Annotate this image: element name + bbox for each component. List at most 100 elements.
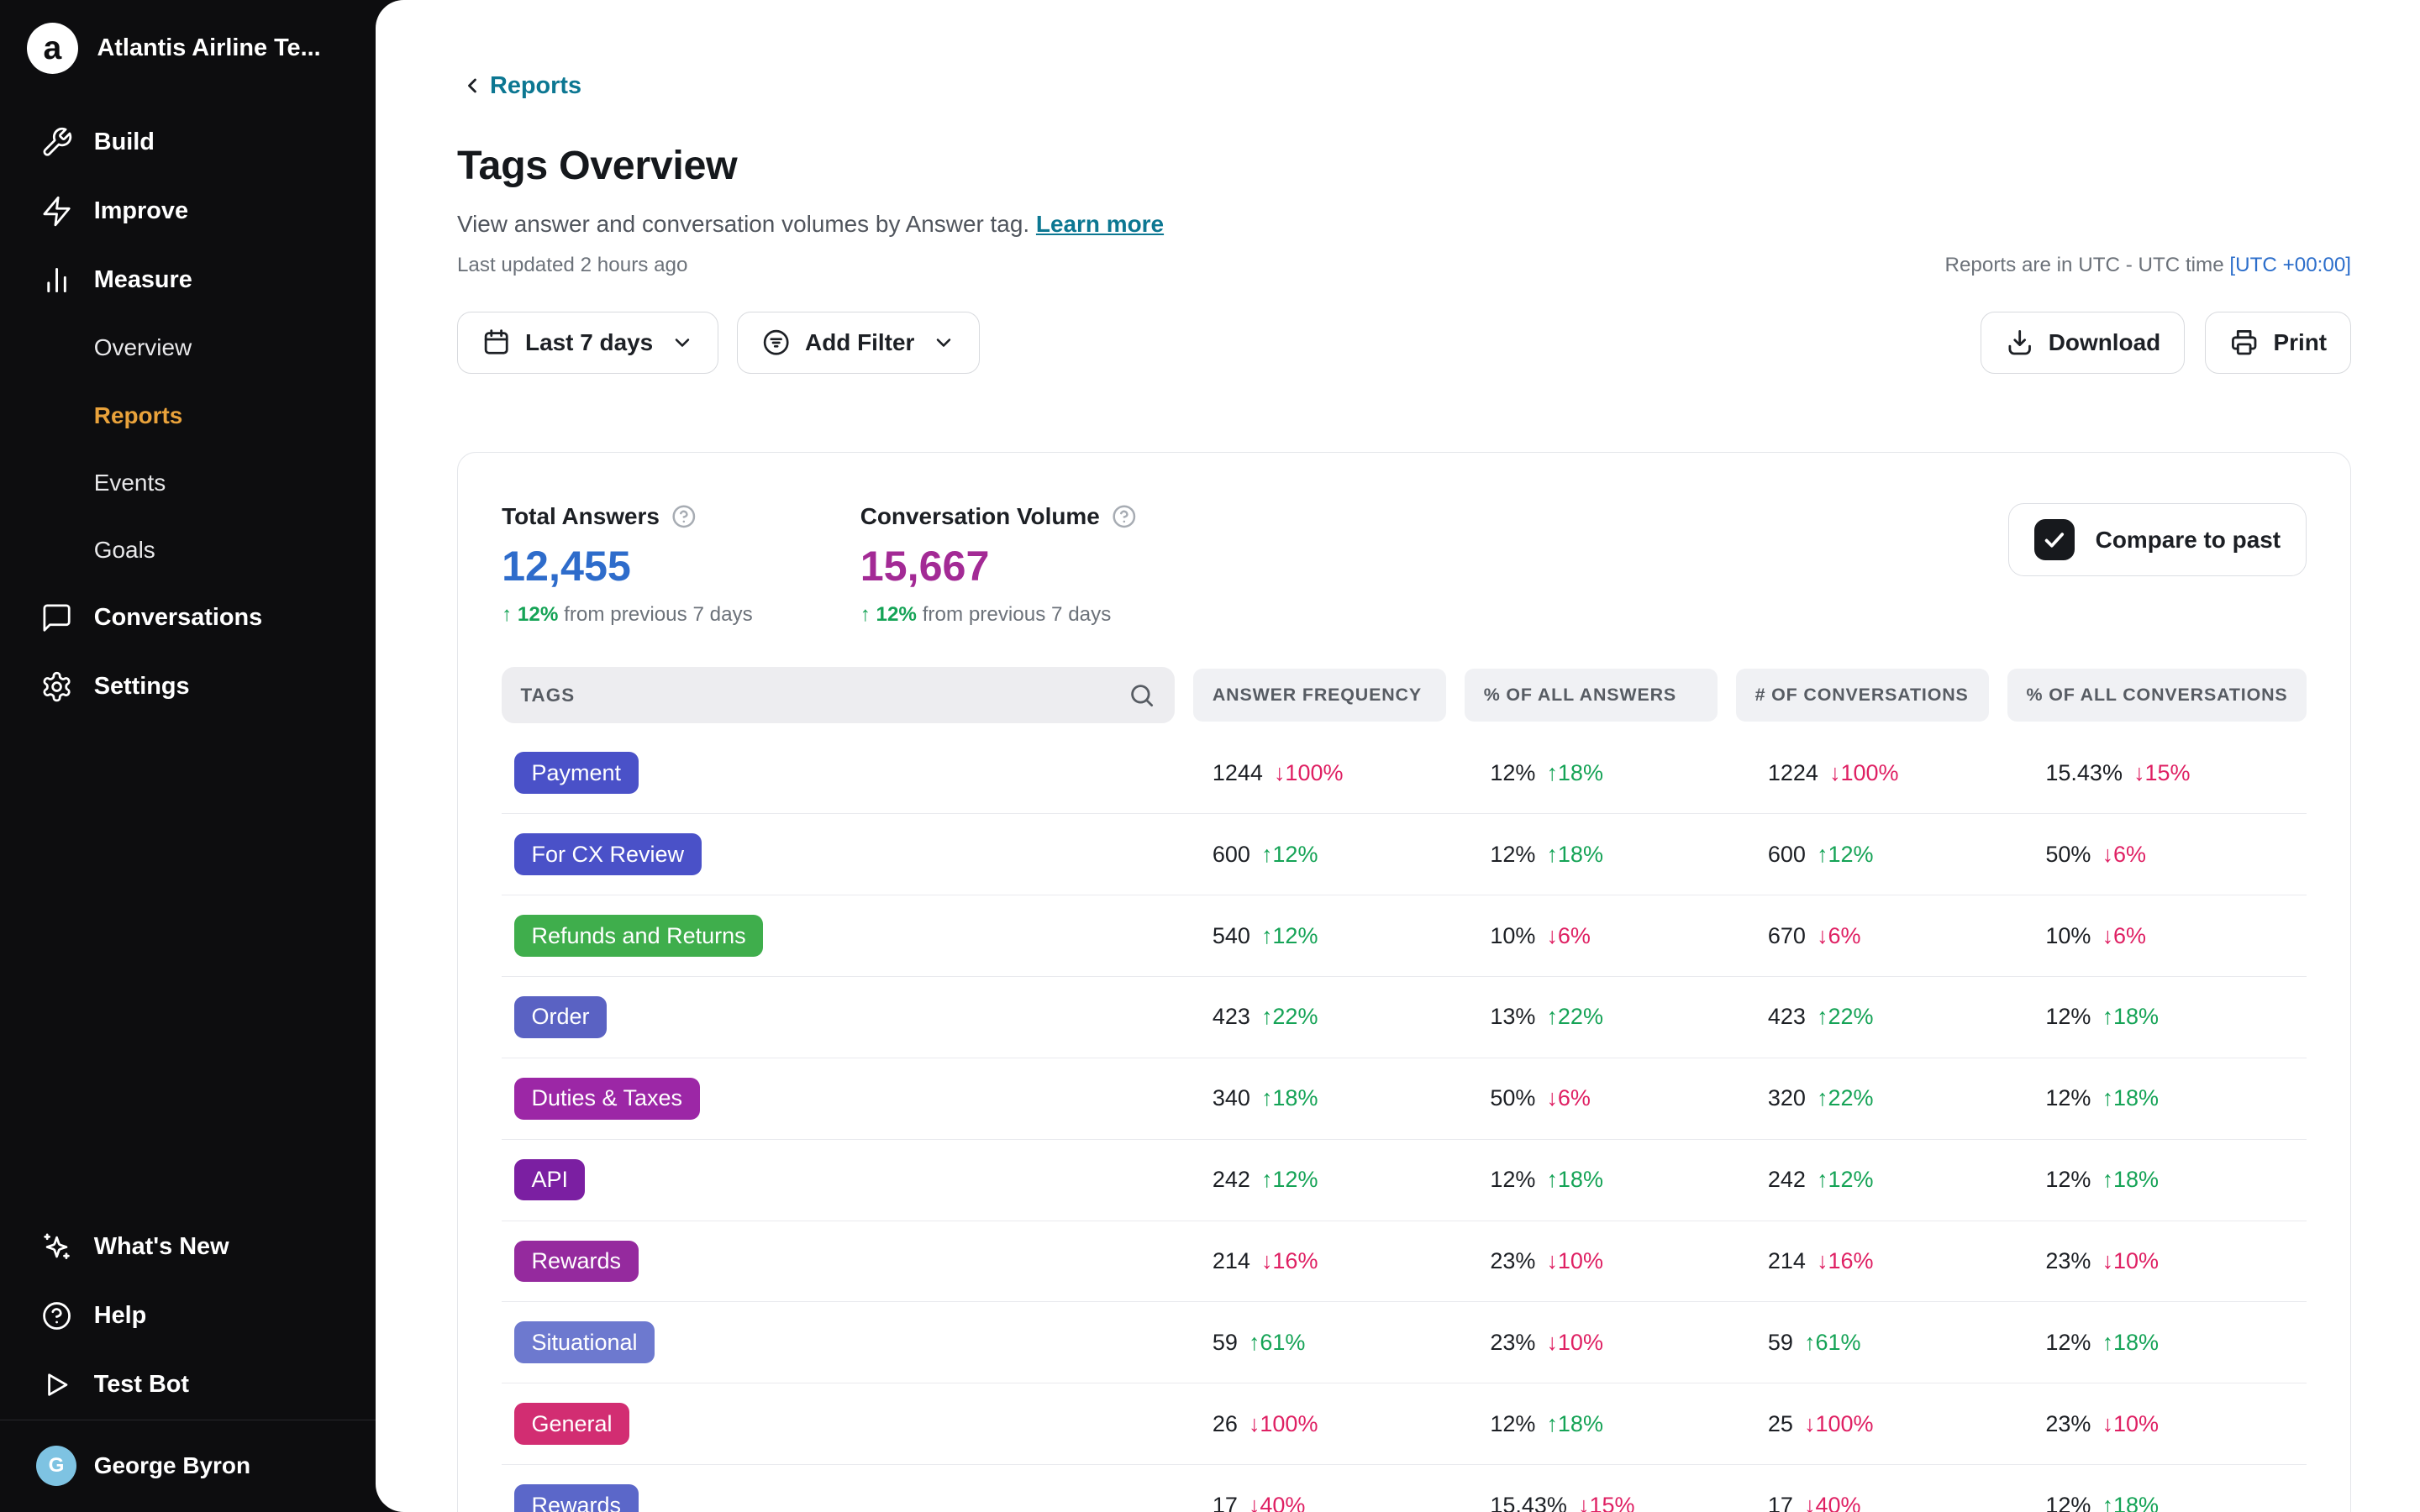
column-header-pct-answers: % OF ALL ANSWERS: [1465, 669, 1718, 722]
tag-pill[interactable]: Order: [514, 996, 607, 1038]
metric-cell: 670↓6%: [1749, 923, 2008, 949]
trend-up-indicator: ↑18%: [1546, 760, 1603, 785]
metric-cell: 23%↓10%: [2027, 1248, 2307, 1274]
checkbox-checked-icon[interactable]: [2034, 519, 2075, 559]
compare-to-past-toggle[interactable]: Compare to past: [2008, 503, 2307, 577]
trend-up-indicator: ↑12%: [1261, 923, 1318, 948]
sidebar-item-measure[interactable]: Measure: [0, 245, 376, 314]
metric-cell: 12%↑18%: [2027, 1167, 2307, 1193]
app-root: a Atlantis Airline Te... Build Improve: [0, 0, 2420, 1512]
tag-pill[interactable]: Payment: [514, 752, 639, 794]
learn-more-link[interactable]: Learn more: [1036, 211, 1164, 237]
trend-down-indicator: ↓15%: [2133, 760, 2191, 785]
trend-down-indicator: ↓10%: [1546, 1248, 1603, 1273]
tag-pill[interactable]: Rewards: [514, 1241, 639, 1283]
metric-cell: 12%↑18%: [1471, 1411, 1730, 1437]
add-filter-button[interactable]: Add Filter: [737, 312, 980, 375]
conversation-volume-value: 15,667: [860, 541, 1219, 591]
sidebar-item-settings[interactable]: Settings: [0, 653, 376, 722]
tag-pill[interactable]: For CX Review: [514, 833, 702, 875]
trend-up-indicator: ↑12%: [1261, 842, 1318, 867]
metric-cell: 242↑12%: [1749, 1167, 2008, 1193]
compare-to-past-label: Compare to past: [2096, 527, 2281, 554]
trend-up-indicator: ↑18%: [2102, 1493, 2159, 1512]
metric-cell: 26↓100%: [1193, 1411, 1452, 1437]
sidebar-spacer: [0, 722, 376, 1213]
table-row: Situational59↑61%23%↓10%59↑61%12%↑18%: [502, 1302, 2307, 1383]
trend-down-indicator: ↓6%: [1817, 923, 1861, 948]
tag-cell: Rewards: [502, 1484, 1175, 1511]
tag-pill[interactable]: Duties & Taxes: [514, 1078, 700, 1120]
trend-down-indicator: ↓100%: [1249, 1411, 1318, 1436]
tag-pill[interactable]: Rewards: [514, 1484, 639, 1511]
help-tooltip-icon[interactable]: [1111, 503, 1138, 530]
tags-table: TAGS ANSWER FREQUENCY % OF ALL ANSWERS #…: [502, 667, 2307, 1511]
trend-up-indicator: ↑22%: [1817, 1004, 1874, 1029]
calendar-icon: [481, 328, 511, 357]
metric-cell: 540↑12%: [1193, 923, 1452, 949]
sidebar-item-improve[interactable]: Improve: [0, 176, 376, 245]
trend-down-indicator: ↓100%: [1274, 760, 1344, 785]
sidebar-item-help[interactable]: Help: [0, 1282, 376, 1351]
sidebar-item-test-bot[interactable]: Test Bot: [0, 1351, 376, 1420]
chevron-left-icon: [460, 74, 484, 97]
print-button[interactable]: Print: [2205, 312, 2351, 375]
trend-down-indicator: ↓10%: [2102, 1411, 2159, 1436]
metric-cell: 23%↓10%: [1471, 1330, 1730, 1356]
metric-cell: 17↓40%: [1749, 1493, 2008, 1512]
trend-up-indicator: ↑18%: [2102, 1085, 2159, 1110]
sidebar-item-whats-new[interactable]: What's New: [0, 1213, 376, 1282]
trend-up-indicator: ↑12%: [1817, 842, 1874, 867]
trend-up-indicator: ↑18%: [1261, 1085, 1318, 1110]
sidebar-item-reports[interactable]: Reports: [0, 381, 376, 449]
sparkles-icon: [40, 1231, 73, 1263]
utc-offset-link[interactable]: [UTC +00:00]: [2229, 254, 2351, 276]
metric-cell: 17↓40%: [1193, 1493, 1452, 1512]
trend-down-indicator: ↓16%: [1261, 1248, 1318, 1273]
workspace-switcher[interactable]: a Atlantis Airline Te...: [0, 0, 376, 97]
workspace-logo-icon: a: [27, 23, 78, 74]
trend-down-indicator: ↓40%: [1804, 1493, 1861, 1512]
trend-up-indicator: ↑61%: [1804, 1330, 1861, 1355]
trend-up-indicator: ↑22%: [1261, 1004, 1318, 1029]
metric-cell: 340↑18%: [1193, 1085, 1452, 1111]
tag-cell: Order: [502, 996, 1175, 1038]
back-link-reports[interactable]: Reports: [457, 72, 581, 100]
main-panel: Reports Tags Overview View answer and co…: [376, 0, 2420, 1512]
metric-cell: 1244↓100%: [1193, 760, 1452, 786]
tag-pill[interactable]: General: [514, 1403, 629, 1445]
sidebar-item-build[interactable]: Build: [0, 108, 376, 177]
total-answers-trend: ↑ 12% from previous 7 days: [502, 603, 860, 627]
download-button[interactable]: Download: [1981, 312, 2186, 375]
sidebar-item-overview[interactable]: Overview: [0, 314, 376, 381]
tag-pill[interactable]: API: [514, 1159, 586, 1201]
sidebar-item-events[interactable]: Events: [0, 449, 376, 517]
metric-cell: 10%↓6%: [2027, 923, 2307, 949]
trend-down-indicator: ↓6%: [2102, 923, 2146, 948]
toolbar: Last 7 days Add Filter: [457, 312, 2351, 375]
metric-cell: 12%↑18%: [2027, 1004, 2307, 1030]
sidebar: a Atlantis Airline Te... Build Improve: [0, 0, 376, 1512]
sidebar-item-goals[interactable]: Goals: [0, 517, 376, 584]
table-row: Rewards214↓16%23%↓10%214↓16%23%↓10%: [502, 1221, 2307, 1303]
trend-up-indicator: ↑22%: [1546, 1004, 1603, 1029]
tags-search-input[interactable]: TAGS: [502, 667, 1175, 723]
sidebar-item-conversations[interactable]: Conversations: [0, 584, 376, 653]
trend-down-indicator: ↓10%: [2102, 1248, 2159, 1273]
sidebar-item-label: Test Bot: [94, 1371, 189, 1399]
trend-up-indicator: ↑18%: [2102, 1330, 2159, 1355]
help-tooltip-icon[interactable]: [671, 503, 697, 530]
tag-cell: API: [502, 1159, 1175, 1201]
column-header-answer-frequency: ANSWER FREQUENCY: [1193, 669, 1446, 722]
date-range-button[interactable]: Last 7 days: [457, 312, 718, 375]
trend-up-indicator: ↑18%: [2102, 1004, 2159, 1029]
sidebar-item-label: What's New: [94, 1233, 229, 1261]
trend-up-indicator: ↑18%: [2102, 1167, 2159, 1192]
tag-pill[interactable]: Refunds and Returns: [514, 915, 763, 957]
metric-cell: 1224↓100%: [1749, 760, 2008, 786]
table-row: Order423↑22%13%↑22%423↑22%12%↑18%: [502, 977, 2307, 1058]
user-menu[interactable]: G George Byron: [0, 1420, 376, 1512]
table-row: For CX Review600↑12%12%↑18%600↑12%50%↓6%: [502, 814, 2307, 895]
play-circle-icon: [40, 1368, 73, 1401]
tag-pill[interactable]: Situational: [514, 1321, 655, 1363]
